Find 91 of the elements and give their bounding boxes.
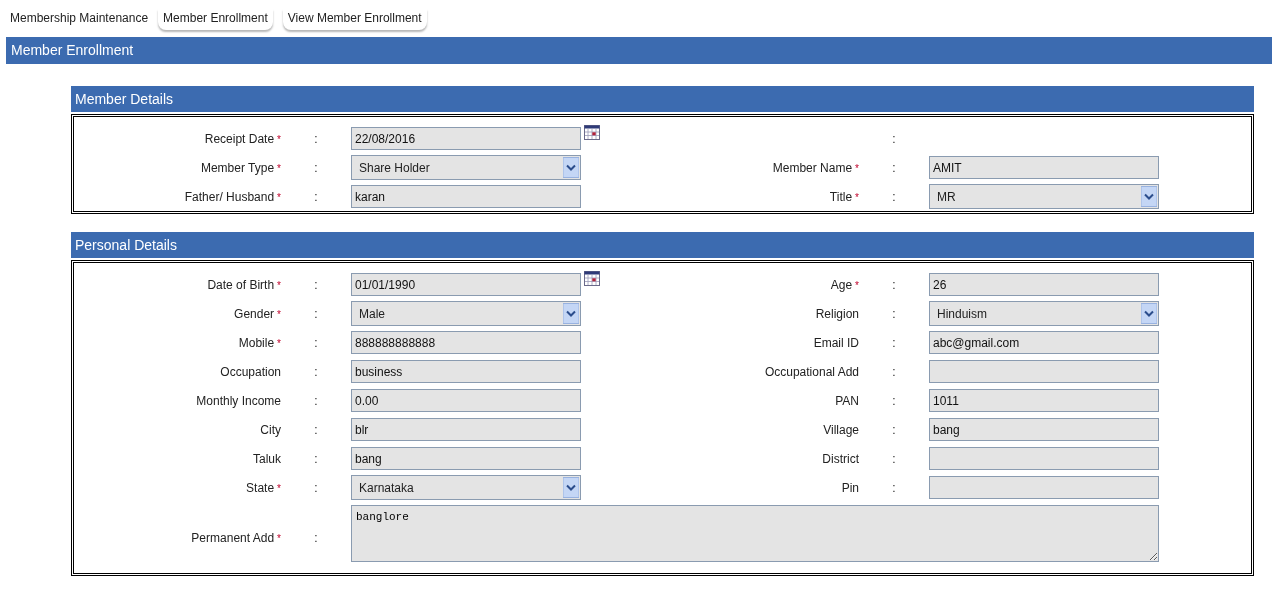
required-mark: * (277, 191, 281, 203)
page-title-bar: Member Enrollment (6, 37, 1272, 64)
chevron-down-icon (563, 157, 579, 178)
field-label: Gender * (233, 306, 281, 321)
calendar-icon[interactable] (584, 271, 600, 286)
colon: : (892, 393, 896, 408)
dropdown[interactable]: Karnataka (351, 475, 581, 500)
field-label: Receipt Date * (203, 131, 281, 146)
colon: : (314, 393, 318, 408)
colon: : (892, 160, 896, 175)
input-field[interactable]: karan (351, 185, 581, 208)
required-mark: * (277, 482, 281, 494)
input-field[interactable]: bang (351, 447, 581, 470)
colon: : (892, 480, 896, 495)
chevron-down-icon (563, 477, 579, 498)
field-label: Mobile * (237, 335, 281, 350)
required-mark: * (855, 279, 859, 291)
colon: : (892, 335, 896, 350)
field-label: Title * (828, 189, 859, 204)
input-field[interactable] (929, 447, 1159, 470)
colon: : (314, 530, 318, 545)
colon: : (314, 189, 318, 204)
colon: : (892, 451, 896, 466)
chevron-down-icon (1141, 303, 1157, 324)
dropdown[interactable]: Hinduism (929, 301, 1159, 326)
field-label: PAN (834, 393, 859, 408)
date-field[interactable]: 01/01/1990 (351, 273, 581, 296)
colon: : (314, 335, 318, 350)
field-label: Village (822, 422, 859, 437)
colon: : (314, 364, 318, 379)
field-label: Occupation (219, 364, 281, 379)
required-mark: * (277, 308, 281, 320)
colon: : (314, 480, 318, 495)
field-label: Monthly Income (195, 393, 281, 408)
field-label: Email ID (812, 335, 859, 350)
colon: : (314, 306, 318, 321)
field-label: City (259, 422, 281, 437)
input-field[interactable]: AMIT (929, 156, 1159, 179)
colon: : (892, 422, 896, 437)
colon: : (314, 277, 318, 292)
field-label: Member Type * (199, 160, 281, 175)
field-label: Age * (829, 277, 859, 292)
required-mark: * (277, 532, 281, 544)
colon: : (314, 422, 318, 437)
input-field[interactable] (929, 476, 1159, 499)
colon: : (314, 131, 318, 146)
colon: : (892, 189, 896, 204)
date-field[interactable]: 22/08/2016 (351, 127, 581, 150)
required-mark: * (277, 133, 281, 145)
input-field[interactable]: 1011 (929, 389, 1159, 412)
field-label: Occupational Add (763, 364, 859, 379)
colon: : (892, 277, 896, 292)
calendar-icon[interactable] (584, 125, 600, 140)
field-label: Permanent Add * (190, 530, 281, 545)
section-header: Member Details (71, 86, 1254, 112)
field-label: District (821, 451, 859, 466)
chevron-down-icon (1141, 186, 1157, 207)
input-field[interactable]: blr (351, 418, 581, 441)
colon: : (892, 364, 896, 379)
input-field[interactable]: 888888888888 (351, 331, 581, 354)
dropdown[interactable]: Share Holder (351, 155, 581, 180)
nav-tab[interactable]: View Member Enrollment (282, 9, 427, 30)
field-label: Religion (814, 306, 859, 321)
field-label: Member Name * (771, 160, 859, 175)
required-mark: * (855, 191, 859, 203)
nav-tab[interactable]: Member Enrollment (158, 9, 273, 30)
chevron-down-icon (563, 303, 579, 324)
required-mark: * (855, 162, 859, 174)
input-field[interactable] (929, 360, 1159, 383)
input-field[interactable]: bang (929, 418, 1159, 441)
required-mark: * (277, 337, 281, 349)
input-field[interactable]: abc@gmail.com (929, 331, 1159, 354)
field-label: Father/ Husband * (183, 189, 281, 204)
dropdown[interactable]: MR (929, 184, 1159, 209)
required-mark: * (277, 279, 281, 291)
required-mark: * (277, 162, 281, 174)
breadcrumb-label: Membership Maintenance (10, 10, 149, 25)
colon: : (892, 306, 896, 321)
input-field[interactable]: 0.00 (351, 389, 581, 412)
field-label: State * (245, 480, 281, 495)
field-label: Taluk (252, 451, 281, 466)
input-field[interactable]: business (351, 360, 581, 383)
field-label: Date of Birth * (206, 277, 281, 292)
colon: : (314, 451, 318, 466)
section-header: Personal Details (71, 232, 1254, 258)
dropdown[interactable]: Male (351, 301, 581, 326)
text-area[interactable]: banglore (351, 505, 1159, 562)
colon: : (314, 160, 318, 175)
field-label: Pin (840, 480, 859, 495)
input-field[interactable]: 26 (929, 273, 1159, 296)
colon: : (892, 131, 896, 146)
